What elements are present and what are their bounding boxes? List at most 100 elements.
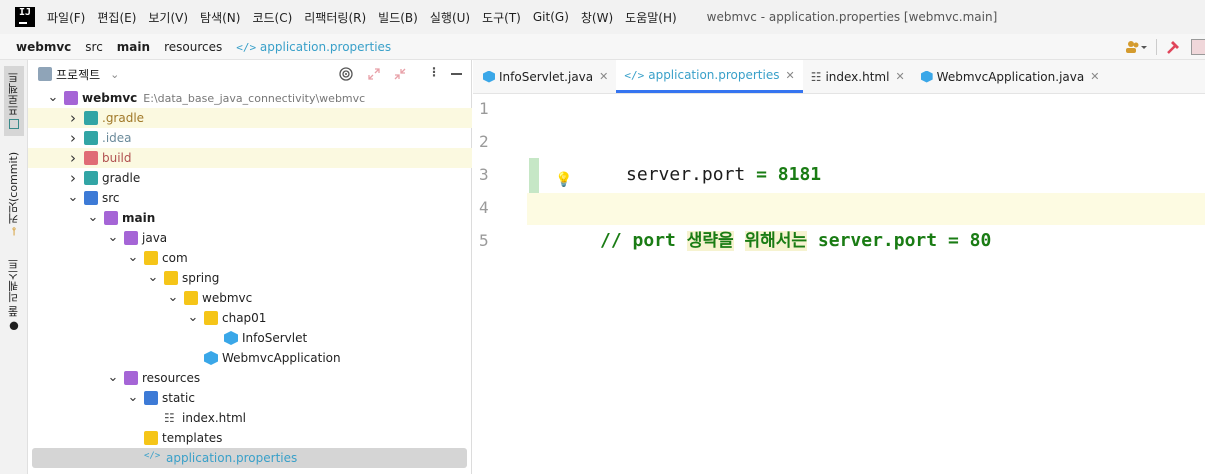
menu-tools[interactable]: 도구(T): [482, 9, 521, 26]
module-folder-icon: [64, 91, 78, 105]
collapse-all-icon[interactable]: [393, 67, 407, 81]
menu-code[interactable]: 코드(C): [252, 9, 292, 26]
tree-item-index-html[interactable]: ☷ index.html: [28, 408, 472, 428]
tab-commit[interactable]: ⊸ 커밋(commit): [4, 148, 24, 240]
chevron-down-icon[interactable]: ⌄: [146, 271, 160, 285]
tree-item-src[interactable]: ⌄ src: [28, 188, 472, 208]
menu-build[interactable]: 빌드(B): [378, 9, 418, 26]
tree-item-label: com: [162, 251, 188, 265]
tree-item-idea[interactable]: › .idea: [28, 128, 472, 148]
code-content[interactable]: server.port = 8181 💡 // port 생략을 위해서는 se…: [527, 94, 1205, 474]
minimize-icon[interactable]: [451, 73, 462, 75]
chevron-down-icon[interactable]: ⌄: [106, 371, 120, 385]
close-icon[interactable]: ✕: [599, 70, 608, 83]
lightbulb-icon[interactable]: 💡: [555, 172, 572, 188]
properties-icon: </>: [144, 451, 161, 461]
tree-item-application-properties[interactable]: </> application.properties: [32, 448, 467, 468]
chevron-down-icon[interactable]: ⌄: [86, 211, 100, 225]
project-panel-header: 프로젝트 ⌄ ⋮: [28, 60, 471, 88]
tree-item-label: webmvc: [202, 291, 253, 305]
tree-item-java[interactable]: ⌄ java: [28, 228, 472, 248]
chevron-down-icon[interactable]: ⌄: [126, 391, 140, 405]
chevron-down-icon[interactable]: ⌄: [126, 251, 140, 265]
tree-item-label: spring: [182, 271, 220, 285]
tree-item-com[interactable]: ⌄ com: [28, 248, 472, 268]
close-icon[interactable]: ✕: [895, 70, 904, 83]
chevron-down-icon[interactable]: ⌄: [166, 291, 180, 305]
chevron-down-icon[interactable]: ⌄: [46, 91, 60, 105]
tree-item-chap01[interactable]: ⌄ chap01: [28, 308, 472, 328]
menu-help[interactable]: 도움말(H): [625, 9, 677, 26]
tree-item-label: templates: [162, 431, 223, 445]
chevron-down-icon[interactable]: ⌄: [110, 68, 119, 81]
class-icon: [483, 70, 495, 83]
chevron-right-icon[interactable]: ›: [66, 129, 80, 147]
menu-bar: IJ 파일(F) 편집(E) 보기(V) 탐색(N) 코드(C) 리팩터링(R)…: [0, 0, 1205, 34]
tree-item-gradle[interactable]: › gradle: [28, 168, 472, 188]
menu-run[interactable]: 실행(U): [430, 9, 470, 26]
close-icon[interactable]: ✕: [1090, 70, 1099, 83]
html-icon: ☷: [810, 69, 822, 84]
menu-file[interactable]: 파일(F): [47, 9, 85, 26]
build-hammer-icon[interactable]: [1165, 39, 1181, 55]
breadcrumb-resources[interactable]: resources: [164, 40, 222, 54]
properties-icon: </>: [624, 68, 645, 82]
tree-item-resources[interactable]: ⌄ resources: [28, 368, 472, 388]
breadcrumb-src[interactable]: src: [85, 40, 103, 54]
tree-item-gradle[interactable]: › .gradle: [28, 108, 472, 128]
tool-window-strip: 프로젝트 ⊸ 커밋(commit) ● 풀 리퀘스트: [0, 60, 28, 474]
class-icon: [920, 70, 933, 83]
folder-icon: [84, 111, 98, 125]
expand-all-icon[interactable]: [367, 67, 381, 81]
breadcrumb-project[interactable]: webmvc: [16, 40, 71, 54]
chevron-down-icon[interactable]: ⌄: [106, 231, 120, 245]
chevron-down-icon[interactable]: ⌄: [186, 311, 200, 325]
close-icon[interactable]: ✕: [785, 69, 794, 82]
user-icon[interactable]: [1124, 39, 1148, 55]
line-number: 3: [479, 165, 489, 184]
folder-icon: [84, 131, 98, 145]
project-panel-title[interactable]: 프로젝트: [56, 66, 100, 83]
menu-window[interactable]: 창(W): [581, 9, 613, 26]
breadcrumb-main[interactable]: main: [117, 40, 150, 54]
intellij-logo-icon[interactable]: IJ: [15, 7, 35, 27]
tab-webmvc-application[interactable]: WebmvcApplication.java ✕: [913, 60, 1108, 93]
tree-item-webmvcapplication[interactable]: WebmvcApplication: [28, 348, 472, 368]
chevron-right-icon[interactable]: ›: [66, 169, 80, 187]
menu-navigate[interactable]: 탐색(N): [200, 9, 240, 26]
tree-item-main[interactable]: ⌄ main: [28, 208, 472, 228]
tab-application-properties[interactable]: </> application.properties ✕: [616, 60, 803, 93]
chevron-right-icon[interactable]: ›: [66, 109, 80, 127]
tree-item-build[interactable]: › build: [28, 148, 472, 168]
menu-view[interactable]: 보기(V): [148, 9, 188, 26]
chevron-right-icon[interactable]: ›: [66, 149, 80, 167]
tab-infoservlet[interactable]: InfoServlet.java ✕: [473, 60, 616, 93]
class-icon: [224, 331, 238, 345]
html-icon: ☷: [164, 411, 175, 425]
run-config-box[interactable]: [1191, 39, 1205, 55]
menu-git[interactable]: Git(G): [533, 10, 569, 24]
folder-icon: [84, 171, 98, 185]
line-number: 2: [479, 132, 489, 151]
tree-item-label: .idea: [102, 131, 132, 145]
tree-item-spring[interactable]: ⌄ spring: [28, 268, 472, 288]
breadcrumb-file[interactable]: </> application.properties: [236, 40, 391, 54]
tree-item-label: application.properties: [166, 451, 298, 465]
source-root-icon: [124, 231, 138, 245]
menu-refactor[interactable]: 리팩터링(R): [304, 9, 366, 26]
tree-item-webmvc[interactable]: ⌄ webmvc: [28, 288, 472, 308]
menu-edit[interactable]: 편집(E): [97, 9, 136, 26]
line-number: 5: [479, 231, 489, 250]
tree-item-infoservlet[interactable]: InfoServlet: [28, 328, 472, 348]
tab-index-html[interactable]: ☷ index.html ✕: [803, 60, 913, 93]
tree-item-templates[interactable]: templates: [28, 428, 472, 448]
tree-item-static[interactable]: ⌄ static: [28, 388, 472, 408]
chevron-down-icon[interactable]: ⌄: [66, 191, 80, 205]
properties-icon: </>: [236, 40, 257, 54]
tree-item-webmvc[interactable]: ⌄ webmvc E:\data_base_java_connectivity\we…: [28, 88, 472, 108]
tab-pull-requests[interactable]: ● 풀 리퀘스트: [4, 256, 24, 336]
tab-project[interactable]: 프로젝트: [4, 66, 24, 136]
target-icon[interactable]: [339, 67, 353, 81]
more-options-icon[interactable]: ⋮: [428, 65, 440, 79]
